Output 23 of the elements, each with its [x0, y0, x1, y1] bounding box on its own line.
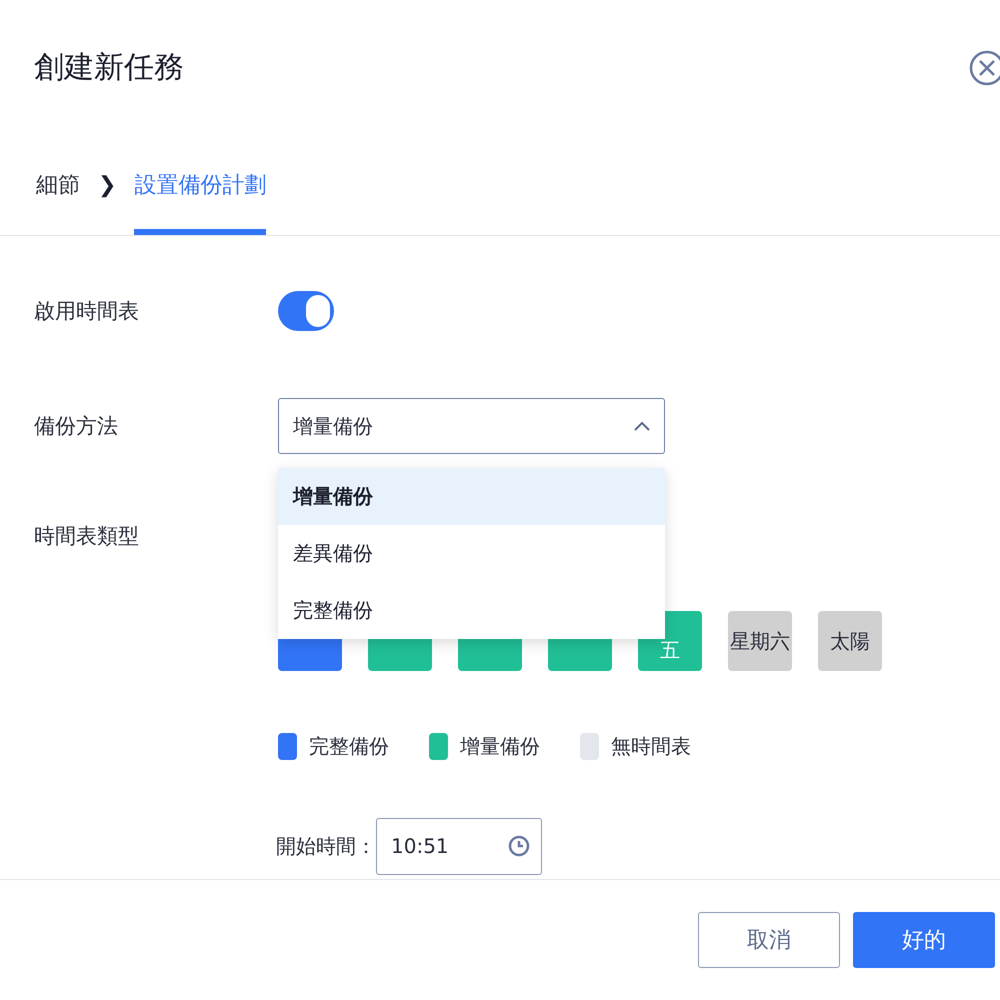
dropdown-option[interactable]: 增量備份 [278, 468, 665, 525]
time-field[interactable]: 10:51 [376, 818, 542, 874]
day-button[interactable]: 星期六 [728, 611, 792, 671]
step-tab[interactable]: 設置備份計劃 [134, 135, 266, 235]
chevron-icon: ❯ [98, 172, 116, 198]
dropdown-option[interactable]: 差異備份 [278, 525, 665, 582]
dialog-title: 創建新任務 [34, 49, 184, 87]
caret-icon [634, 421, 650, 431]
toggle-switch[interactable] [278, 291, 334, 331]
legend-label: 增量備份 [460, 732, 540, 760]
field-label: 備份方法 [34, 413, 119, 440]
dropdown-option[interactable]: 完整備份 [278, 582, 665, 639]
cancel-button[interactable]: 取消 [698, 912, 840, 968]
ok-button[interactable]: 好的 [853, 912, 995, 968]
select-field[interactable]: 增量備份 [278, 398, 665, 454]
legend-label: 無時間表 [611, 732, 691, 760]
clock-icon [508, 834, 530, 856]
legend-label: 完整備份 [309, 732, 389, 760]
step-tab[interactable]: 細節 [36, 135, 80, 235]
field-label: 時間表類型 [34, 523, 140, 550]
field-label: 開始時間： [276, 832, 376, 860]
field-label: 啟用時間表 [34, 298, 140, 325]
day-button[interactable]: 太陽 [818, 611, 882, 671]
